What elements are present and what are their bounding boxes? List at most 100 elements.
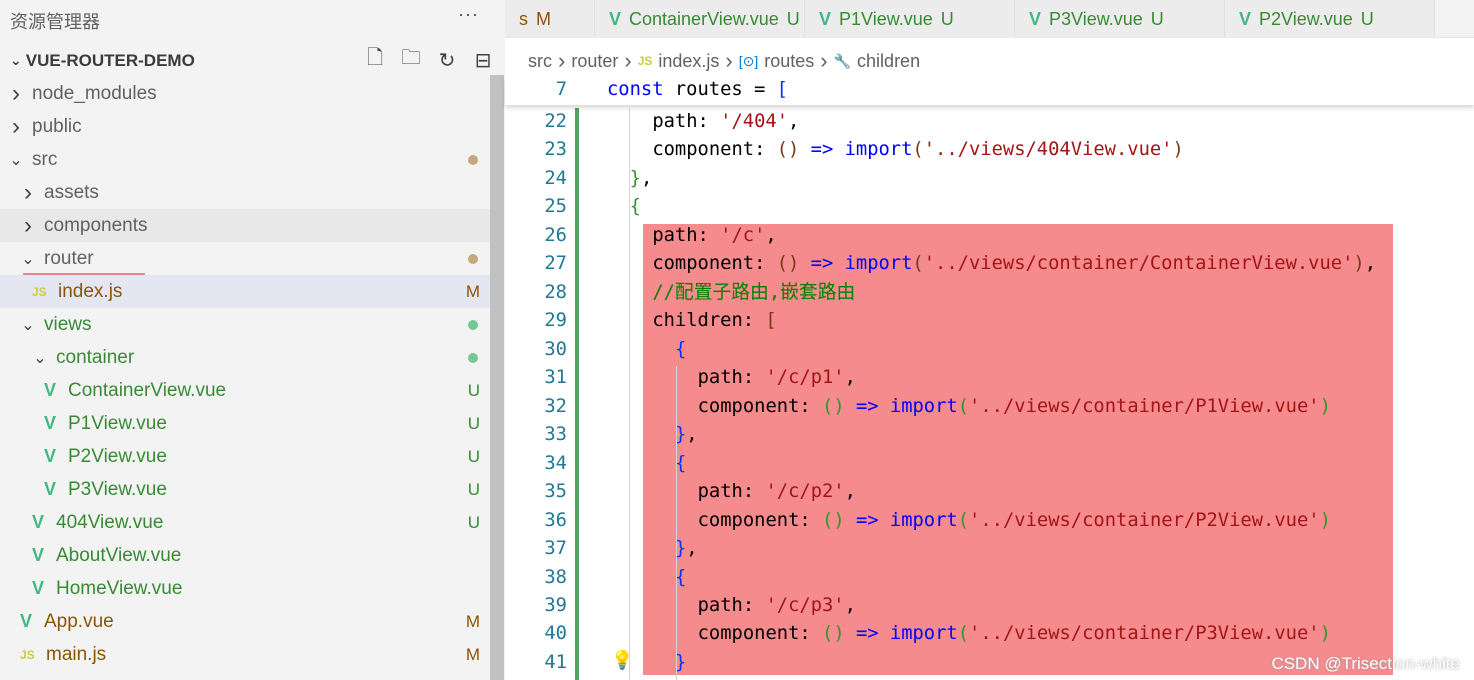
code-line[interactable]: 30 { xyxy=(505,336,1474,365)
tree-item[interactable]: JS index.js M xyxy=(0,275,490,308)
breadcrumb-item[interactable]: index.js xyxy=(658,51,719,72)
code-token: component: xyxy=(652,253,777,275)
chevron-right-icon: › xyxy=(725,48,733,73)
tab-label: P2View.vue xyxy=(1259,8,1353,29)
tree-item-label: components xyxy=(44,214,148,236)
new-folder-icon[interactable]: 🗀 xyxy=(398,47,424,73)
code-token: '../views/container/ContainerView.vue' xyxy=(923,253,1354,275)
code-line[interactable]: 27 component: () => import('../views/cont… xyxy=(505,250,1474,279)
code-line[interactable]: 39 path: '/c/p3', xyxy=(505,592,1474,621)
code-token: { xyxy=(674,566,687,588)
code-line[interactable]: 24}, xyxy=(505,165,1474,194)
code-token: () xyxy=(776,253,800,275)
collapse-all-icon[interactable]: ⊟ xyxy=(470,47,496,73)
code-token: '../views/container/P1View.vue' xyxy=(969,395,1320,417)
tree-item[interactable]: › components xyxy=(0,209,490,242)
code-line[interactable]: 36 component: () => import('../views/cont… xyxy=(505,507,1474,536)
breadcrumb-item[interactable]: routes xyxy=(764,51,814,72)
code-line[interactable]: 23 component: () => import('../views/404V… xyxy=(505,136,1474,165)
tree-item[interactable]: JS main.js M xyxy=(0,638,490,671)
sticky-scroll-line[interactable]: 7 const routes = [ xyxy=(505,76,1474,105)
code-line[interactable]: 35 path: '/c/p2', xyxy=(505,478,1474,507)
code-token: ) xyxy=(1353,253,1365,275)
code-line[interactable]: 29 children: [ xyxy=(505,307,1474,336)
more-actions-button[interactable]: ··· xyxy=(458,4,479,25)
code-token: '/c/p2' xyxy=(765,481,845,503)
code-token: () xyxy=(776,139,800,161)
breadcrumb-item[interactable]: src xyxy=(528,51,552,72)
line-number: 29 xyxy=(544,310,567,332)
new-file-icon[interactable]: 🗋 xyxy=(362,47,388,73)
tree-item[interactable]: V ContainerView.vue U xyxy=(0,374,490,407)
code-line[interactable]: 26 path: '/c', xyxy=(505,222,1474,251)
tree-item[interactable]: › public xyxy=(0,110,490,143)
code-token: '../views/container/P3View.vue' xyxy=(969,623,1320,645)
lightbulb-icon[interactable]: 💡 xyxy=(611,650,633,671)
line-number: 41 xyxy=(544,651,567,673)
git-status-badge: M xyxy=(465,644,480,664)
sidebar-scrollbar[interactable] xyxy=(490,75,504,680)
code-line[interactable]: 32 component: () => import('../views/cont… xyxy=(505,393,1474,422)
code-token: import xyxy=(844,139,913,161)
vue-file-icon: V xyxy=(1029,8,1042,29)
code-text: } xyxy=(675,649,686,678)
tree-item[interactable]: V AboutView.vue xyxy=(0,539,490,572)
line-number: 39 xyxy=(544,594,567,616)
code-line[interactable]: 34 { xyxy=(505,450,1474,479)
code-line[interactable]: 28 //配置子路由,嵌套路由 xyxy=(505,279,1474,308)
tree-item[interactable]: › node_modules xyxy=(0,77,490,110)
tree-item[interactable]: V 404View.vue U xyxy=(0,506,490,539)
code-token: , xyxy=(844,481,856,503)
tab-status: U xyxy=(940,8,954,29)
chevron-right-icon: › xyxy=(12,79,20,107)
line-number: 22 xyxy=(544,111,567,132)
tree-item[interactable]: › assets xyxy=(0,176,490,209)
tree-item-label: index.js xyxy=(58,280,123,302)
code-token: { xyxy=(629,196,641,218)
tree-item-label: HomeView.vue xyxy=(56,577,183,599)
tree-item[interactable]: V P3View.vue U xyxy=(0,473,490,506)
tree-item[interactable]: V P2View.vue U xyxy=(0,440,490,473)
breadcrumb-item[interactable]: children xyxy=(857,51,920,72)
code-text: path: '/c/p2', xyxy=(698,478,856,507)
line-number: 25 xyxy=(544,196,567,218)
breadcrumb-item[interactable]: router xyxy=(571,51,618,72)
tree-item[interactable]: ⌄ src xyxy=(0,143,490,176)
git-status-badge: U xyxy=(467,446,480,466)
tree-item[interactable]: ⌄ router xyxy=(0,242,490,275)
tab[interactable]: V P2View.vue U xyxy=(1225,0,1435,38)
code-line[interactable]: 38 { xyxy=(505,564,1474,593)
git-status-badge: U xyxy=(467,479,480,499)
tab[interactable]: V P1View.vue U xyxy=(805,0,1015,38)
variable-icon: [⊙] xyxy=(738,52,759,69)
tree-item[interactable]: V P1View.vue U xyxy=(0,407,490,440)
code-token: '/c/p3' xyxy=(765,594,845,616)
vue-file-icon: V xyxy=(44,380,57,400)
vue-file-icon: V xyxy=(32,512,45,532)
tree-item-label: P1View.vue xyxy=(68,412,167,434)
code-token: , xyxy=(686,424,698,446)
tree-item[interactable]: V HomeView.vue xyxy=(0,572,490,605)
code-line[interactable]: 33}, xyxy=(505,421,1474,450)
tab[interactable]: V P3View.vue U xyxy=(1015,0,1225,38)
code-token: //配置子路由,嵌套路由 xyxy=(652,281,856,303)
code-line[interactable]: 40 component: () => import('../views/cont… xyxy=(505,620,1474,649)
refresh-icon[interactable]: ↻ xyxy=(434,47,460,73)
tab[interactable]: sM xyxy=(505,0,595,38)
tree-item-label: 404View.vue xyxy=(56,511,164,533)
code-line[interactable]: 22 path: '/404', xyxy=(505,108,1474,137)
code-token: () xyxy=(822,395,845,417)
code-line[interactable]: 25 { xyxy=(505,193,1474,222)
code-text: component: () => import('../views/contai… xyxy=(698,393,1331,422)
code-line[interactable]: 37}, xyxy=(505,535,1474,564)
tree-item[interactable]: ⌄ container xyxy=(0,341,490,374)
property-icon: 🔧 xyxy=(833,52,852,69)
code-line[interactable]: 31 path: '/c/p1', xyxy=(505,364,1474,393)
tree-item[interactable]: ⌄ views xyxy=(0,308,490,341)
chevron-down-icon: ⌄ xyxy=(33,349,47,367)
tree-item[interactable]: V App.vue M xyxy=(0,605,490,638)
code-editor[interactable]: 7 const routes = [ 22 path: '/404', 23 compo… xyxy=(505,76,1474,680)
explorer-title: 资源管理器 xyxy=(10,12,100,32)
tab[interactable]: V ContainerView.vue U xyxy=(595,0,805,38)
